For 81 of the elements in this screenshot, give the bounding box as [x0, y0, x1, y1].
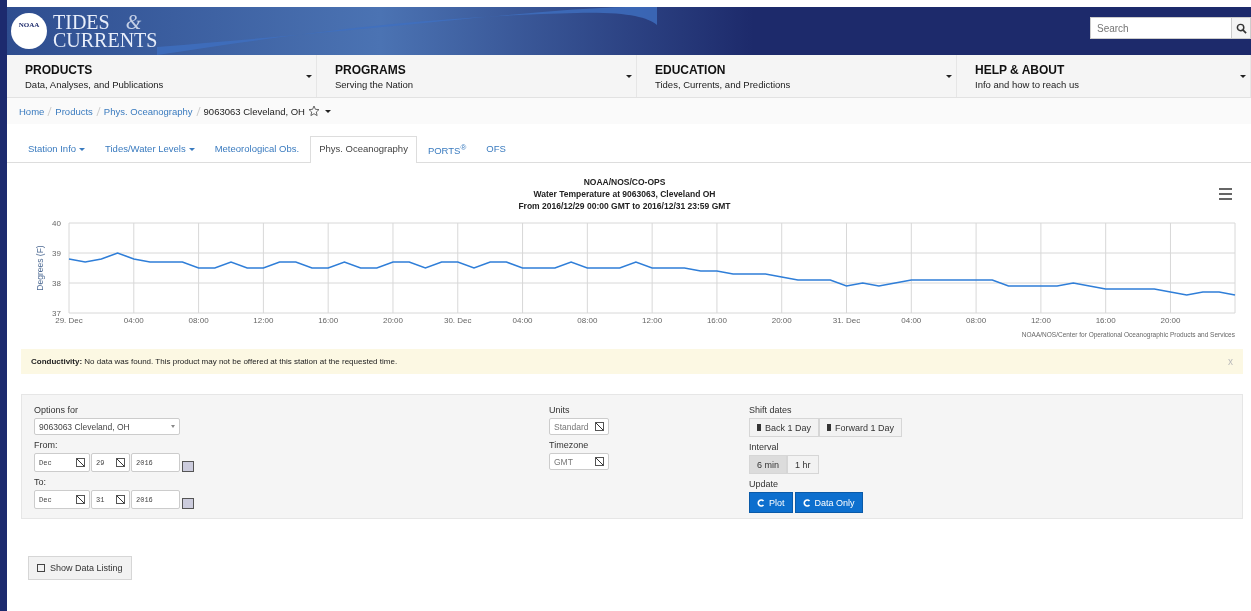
y-tick-label: 37	[52, 309, 61, 319]
x-tick-label: 12:00	[1030, 316, 1051, 326]
y-tick-label: 40	[52, 219, 61, 229]
tab[interactable]: OFS	[477, 136, 515, 163]
search-icon[interactable]	[1231, 18, 1250, 38]
x-tick-label: 29. Dec	[55, 316, 83, 326]
tab[interactable]: Phys. Oceanography	[310, 136, 417, 164]
interval-toggle[interactable]: 6 min	[749, 455, 787, 475]
x-tick-label: 04:00	[901, 316, 922, 326]
units-select[interactable]: Standard	[549, 418, 609, 436]
nav-menu[interactable]: EDUCATION Tides, Currents, and Predictions	[637, 55, 957, 97]
caret-icon	[946, 74, 952, 78]
dropdown-icon	[116, 495, 125, 505]
x-tick-label: 20:00	[771, 316, 792, 326]
star-icon[interactable]	[308, 105, 320, 117]
x-tick-label: 12:00	[642, 316, 663, 326]
breadcrumb-link[interactable]: Products	[55, 105, 93, 117]
x-tick-label: 20:00	[382, 316, 403, 326]
calendar-icon[interactable]	[182, 461, 194, 473]
breadcrumb-link[interactable]: Phys. Oceanography	[103, 105, 193, 117]
nav-menu[interactable]: PROGRAMS Serving the Nation	[317, 55, 637, 97]
update-button[interactable]: Plot	[749, 492, 793, 514]
calendar-icon[interactable]	[182, 498, 194, 510]
shift-date-button[interactable]: Forward 1 Day	[819, 418, 903, 438]
timezone-select[interactable]: GMT	[549, 453, 609, 471]
caret-icon	[1240, 74, 1246, 78]
field-label: To:	[34, 477, 46, 488]
interval-toggle[interactable]: 1 hr	[787, 455, 819, 475]
field-label: Update	[749, 479, 779, 490]
x-tick-label: 30. Dec	[443, 316, 472, 326]
x-tick-label: 16:00	[318, 316, 339, 326]
dropdown-icon	[76, 495, 85, 505]
nav-menu[interactable]: PRODUCTS Data, Analyses, and Publications	[7, 55, 317, 97]
logo-text[interactable]: CURRENTS	[53, 31, 158, 49]
dropdown-icon	[76, 458, 85, 468]
y-tick-label: 38	[52, 279, 61, 289]
x-tick-label: 04:00	[123, 316, 144, 326]
x-tick-label: 20:00	[1160, 316, 1181, 326]
field-label: Units	[549, 405, 570, 416]
show-data-button[interactable]: Show Data Listing	[28, 556, 132, 580]
x-tick-label: 04:00	[512, 316, 533, 326]
station-select[interactable]: 9063063 Cleveland, OH	[34, 418, 180, 436]
dropdown-icon	[594, 422, 604, 432]
breadcrumb-link[interactable]: Home	[19, 105, 45, 117]
alert-message: Conductivity: No data was found. This product may not be offered at this station at the requested time.	[31, 357, 398, 367]
x-tick-label: 16:00	[1095, 316, 1116, 326]
field-label: Interval	[749, 442, 779, 453]
chart-date-range: From 2016/12/29 00:00 GMT to 2016/12/31 23:59 GMT	[518, 201, 731, 212]
y-tick-label: 39	[52, 249, 61, 259]
caret-icon	[626, 74, 632, 78]
tab[interactable]: Meteorological Obs.	[205, 136, 309, 163]
logo-text[interactable]: TIDES	[53, 13, 126, 31]
x-tick-label: 08:00	[577, 316, 598, 326]
x-tick-label: 31. Dec	[832, 316, 861, 326]
x-tick-label: 16:00	[706, 316, 727, 326]
refresh-icon	[757, 498, 765, 507]
field-label: Shift dates	[749, 405, 792, 416]
nav-menu[interactable]: HELP & ABOUT Info and how to reach us	[957, 55, 1251, 97]
chart-subtitle: Water Temperature at 9063063, Cleveland OH	[533, 189, 716, 200]
caret-icon[interactable]	[325, 109, 331, 113]
refresh-icon	[802, 498, 811, 507]
caret-icon	[306, 74, 312, 78]
x-tick-label: 08:00	[966, 316, 987, 326]
y-axis-label: Degrees (F)	[35, 245, 45, 291]
chart-title: NOAA/NOS/CO-OPS	[583, 177, 666, 188]
tab[interactable]: Tides/Water Levels	[96, 136, 204, 163]
breadcrumb-current: 9063063 Cleveland, OH	[203, 105, 305, 117]
search-field[interactable]: Search	[1090, 17, 1251, 39]
tab[interactable]: PORTS$^{®}$	[418, 136, 476, 163]
field-label: Timezone	[549, 440, 589, 451]
logo-ampersand: &	[125, 13, 143, 31]
field-label: From:	[34, 440, 58, 451]
field-label: Options for	[34, 405, 79, 416]
shift-date-button[interactable]: Back 1 Day	[749, 418, 820, 438]
x-tick-label: 08:00	[188, 316, 209, 326]
tab[interactable]: Station Info	[19, 136, 95, 163]
dropdown-icon	[116, 458, 125, 468]
update-button[interactable]: Data Only	[794, 492, 863, 514]
menu-icon[interactable]	[1219, 188, 1232, 201]
dropdown-icon	[595, 457, 604, 467]
x-tick-label: 12:00	[253, 316, 274, 326]
